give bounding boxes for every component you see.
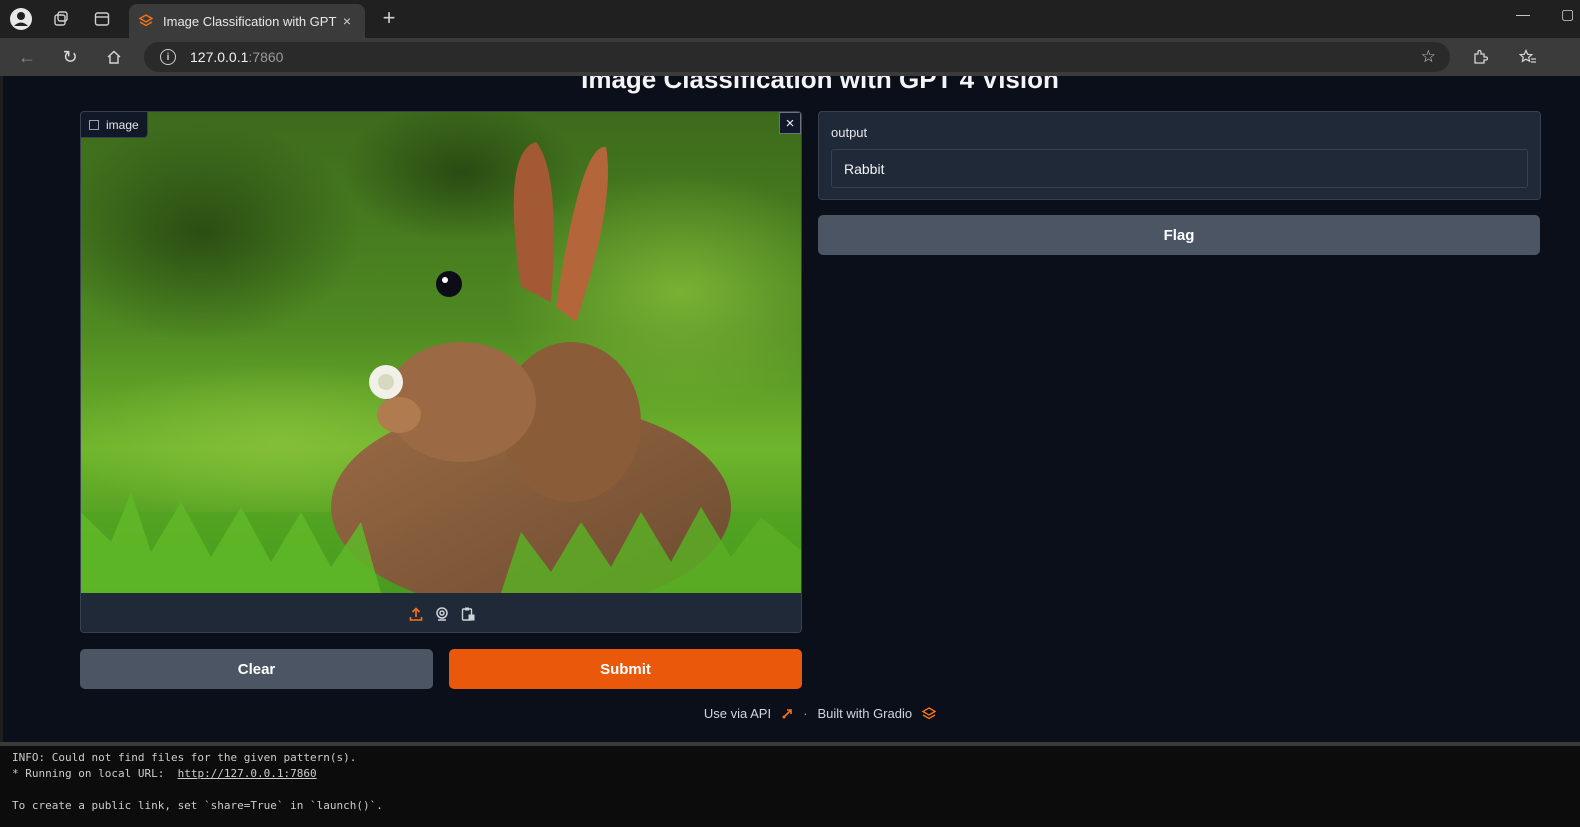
submit-button[interactable]: Submit bbox=[449, 649, 802, 689]
image-label: image bbox=[81, 112, 148, 138]
terminal-line-2-prefix: * Running on local URL: bbox=[12, 767, 178, 780]
rabbit-photo bbox=[81, 112, 801, 593]
maximize-icon[interactable]: ▢ bbox=[1561, 6, 1574, 23]
tab-title: Image Classification with GPT 4 V bbox=[163, 13, 339, 29]
favorites-icon[interactable] bbox=[1514, 44, 1542, 70]
terminal-line-3: To create a public link, set `share=True… bbox=[12, 799, 383, 812]
flag-button[interactable]: Flag bbox=[818, 215, 1540, 255]
clipboard-icon[interactable] bbox=[460, 606, 476, 622]
gradio-page: Image Classification with GPT 4 Vision i… bbox=[3, 76, 1580, 742]
back-icon[interactable]: ← bbox=[13, 44, 41, 70]
address-port: :7860 bbox=[248, 49, 284, 65]
profile-icon[interactable] bbox=[7, 6, 35, 32]
rocket-icon bbox=[782, 708, 792, 718]
terminal-output: INFO: Could not find files for the given… bbox=[0, 742, 1580, 827]
local-url-link[interactable]: http://127.0.0.1:7860 bbox=[178, 767, 317, 780]
image-label-text: image bbox=[106, 117, 139, 132]
terminal-line-1: INFO: Could not find files for the given… bbox=[12, 751, 357, 764]
extensions-icon[interactable] bbox=[1466, 44, 1494, 70]
use-via-api-link[interactable]: Use via API bbox=[704, 706, 771, 721]
image-close-button[interactable]: × bbox=[779, 112, 801, 134]
minimize-icon[interactable]: — bbox=[1516, 6, 1530, 22]
star-icon[interactable]: ☆ bbox=[1421, 47, 1436, 67]
info-icon[interactable]: i bbox=[160, 49, 176, 65]
active-tab[interactable]: Image Classification with GPT 4 V × bbox=[129, 4, 365, 38]
tab-close-icon[interactable]: × bbox=[339, 13, 355, 29]
gradio-logo-icon bbox=[139, 14, 153, 27]
upload-icon[interactable] bbox=[408, 606, 424, 622]
home-icon[interactable] bbox=[100, 44, 128, 70]
image-icon bbox=[89, 119, 99, 130]
output-block: output Rabbit bbox=[818, 111, 1541, 200]
browser-tab-bar: Image Classification with GPT 4 V × + — … bbox=[0, 0, 1580, 38]
new-tab-button[interactable]: + bbox=[376, 6, 402, 32]
output-textbox[interactable]: Rabbit bbox=[831, 149, 1528, 188]
refresh-icon[interactable]: ↻ bbox=[56, 44, 84, 70]
clear-button[interactable]: Clear bbox=[80, 649, 433, 689]
gradio-footer-logo-icon bbox=[922, 706, 937, 719]
footer-separator: · bbox=[803, 706, 808, 721]
address-bar[interactable]: i 127.0.0.1:7860 ☆ bbox=[144, 42, 1450, 72]
tab-actions-icon[interactable] bbox=[88, 6, 116, 32]
output-label: output bbox=[831, 125, 868, 140]
footer: Use via API · Built with Gradio bbox=[3, 706, 1580, 721]
page-title: Image Classification with GPT 4 Vision bbox=[581, 76, 1059, 94]
built-with-gradio-link[interactable]: Built with Gradio bbox=[817, 706, 912, 721]
browser-toolbar: ← ↻ i 127.0.0.1:7860 ☆ bbox=[0, 38, 1580, 76]
webcam-icon[interactable] bbox=[434, 606, 450, 622]
address-host: 127.0.0.1 bbox=[190, 49, 249, 65]
workspaces-icon[interactable] bbox=[47, 6, 75, 32]
image-input[interactable]: image × bbox=[80, 111, 802, 633]
terminal-line-2: * Running on local URL: http://127.0.0.1… bbox=[12, 766, 1568, 782]
image-source-toolbar bbox=[81, 593, 801, 632]
